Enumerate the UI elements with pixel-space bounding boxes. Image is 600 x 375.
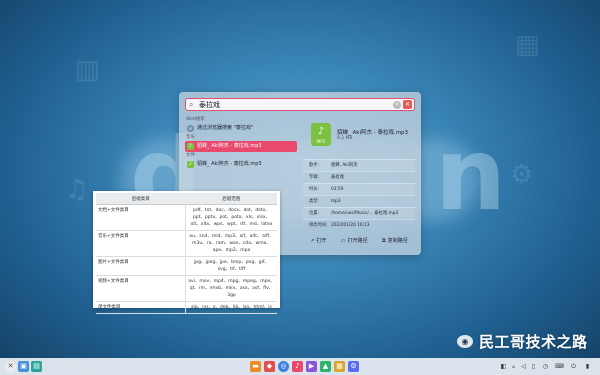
property-row: 时长: 03:59 xyxy=(303,183,415,195)
network-icon[interactable]: ▵ xyxy=(510,362,517,371)
search-box[interactable]: ⌕ × ✕ xyxy=(185,98,415,111)
result-item-label: 貂蝉_ Aki阿杰 - 泰拉戏.mp3 xyxy=(197,143,262,149)
close-icon[interactable]: ✕ xyxy=(403,100,412,109)
battery-icon[interactable]: ▯ xyxy=(530,362,537,371)
result-group-web: Web搜索 通过浏览器搜索 "泰拉戏" xyxy=(185,116,297,134)
multitask-view-icon[interactable]: ▣ xyxy=(18,361,29,372)
file-category-table: 后缀类目 后缀范围 文档+文件类目 pdf、txt、doc、docx、dot、do… xyxy=(96,193,277,314)
wallpaper-music-icon: ♫ xyxy=(65,175,89,205)
open-icon: ↗ xyxy=(310,237,315,244)
property-row: 位置:/home/uos/Music/... 泰拉戏.mp3 xyxy=(303,207,415,219)
keyboard-icon[interactable]: ⌨ xyxy=(555,362,564,371)
result-group-title: 文件 xyxy=(186,153,195,158)
result-group-file: 文件 ♪ 貂蝉_ Aki阿杰 - 泰拉戏.mp3 xyxy=(185,152,297,170)
preview-file-size: 9.2 MB xyxy=(337,136,353,141)
copy-icon: ⧉ xyxy=(382,237,386,244)
table-row: 图片+文件类目 jpg、jpeg、jpe、bmp、png、gif、svg、tif、… xyxy=(96,256,277,276)
preview-properties: 歌手: 貂蝉, Aki阿杰 专辑: 泰拉戏 时长: 03:59 类型: mp3 位置: /… xyxy=(303,159,415,231)
table-cell-category: 图片+文件类目 xyxy=(96,256,186,276)
result-group-music: 音乐 ♪ 貂蝉_ Aki阿杰 - 泰拉戏.mp3 xyxy=(185,134,297,152)
table-row: 音乐+文件类目 au、snd、mid、mp3、aif、aifc、aiff、m3u、… xyxy=(96,230,277,257)
table-cell-range: pdf、txt、doc、docx、dot、dotx、ppt、pptx、pot、p… xyxy=(185,204,277,231)
table-cell-category: 文档+文件类目 xyxy=(96,204,186,231)
browser-dock-icon[interactable]: ◎ xyxy=(278,361,289,372)
result-item-web-search[interactable]: 通过浏览器搜索 "泰拉戏" xyxy=(185,123,297,134)
table-header-row: 后缀类目 后缀范围 xyxy=(96,193,277,205)
search-results-list: Web搜索 通过浏览器搜索 "泰拉戏" 音乐 ♪ 貂蝉_ Aki阿杰 - 泰拉戏… xyxy=(185,116,297,170)
result-item-music[interactable]: ♪ 貂蝉_ Aki阿杰 - 泰拉戏.mp3 xyxy=(185,141,297,152)
launcher-icon[interactable]: ✕ xyxy=(5,361,16,372)
notification-icon[interactable]: ◧ xyxy=(500,362,507,371)
volume-icon[interactable]: ◁ xyxy=(520,362,527,371)
copy-path-button[interactable]: ⧉ 复制路径 xyxy=(382,237,408,245)
result-item-file[interactable]: ♪ 貂蝉_ Aki阿杰 - 泰拉戏.mp3 xyxy=(185,159,297,170)
wallpaper-film-icon: ▦ xyxy=(515,30,540,60)
result-group-title: 音乐 xyxy=(186,135,195,140)
music-file-icon: ♪ xyxy=(187,143,194,150)
app-store-icon[interactable]: ◆ xyxy=(264,361,275,372)
preview-actions: ↗ 打开 ▭ 打开路径 ⧉ 复制路径 xyxy=(303,237,415,245)
table-row: 视频+文件类目 avi、mov、mp4、mpg、mpeg、mpe、qt、rm、rm… xyxy=(96,275,277,302)
property-row: 专辑: 泰拉戏 xyxy=(303,171,415,183)
mp3-file-icon: ♪ MP3 xyxy=(311,123,331,146)
wallpaper-gear-icon: ⚙ xyxy=(510,160,534,190)
table-cell-range: zip、rar、z、deb、lib、iso、html、js xyxy=(185,301,277,314)
browser-icon xyxy=(187,125,194,132)
wallpaper-book-icon: ▥ xyxy=(75,55,100,85)
table-cell-category: 视频+文件类目 xyxy=(96,275,186,302)
control-center-icon[interactable]: ⚙ xyxy=(348,361,359,372)
desktop-icon[interactable]: ▤ xyxy=(31,361,42,372)
open-button[interactable]: ↗ 打开 xyxy=(310,237,326,245)
music-file-icon: ♪ xyxy=(187,161,194,168)
property-row: 修改时间: 2022/01/20 16:13 xyxy=(303,219,415,231)
wechat-icon: ◉ xyxy=(457,335,473,348)
show-desktop-icon[interactable]: ▮ xyxy=(584,362,591,371)
table-cell-range: avi、mov、mp4、mpg、mpeg、mpe、qt、rm、rmvb、mkv、… xyxy=(185,275,277,302)
image-viewer-icon[interactable]: ▲ xyxy=(320,361,331,372)
table-cell-category: 单文件类目 xyxy=(96,301,186,314)
column-header-range: 后缀范围 xyxy=(185,193,277,205)
result-item-label: 貂蝉_ Aki阿杰 - 泰拉戏.mp3 xyxy=(197,161,262,167)
property-row: 类型: mp3 xyxy=(303,195,415,207)
clock-icon[interactable]: ◷ xyxy=(542,362,549,371)
watermark: ◉ 民工哥技术之路 xyxy=(457,331,588,352)
table-row: 单文件类目 zip、rar、z、deb、lib、iso、html、js xyxy=(96,301,277,314)
video-app-icon[interactable]: ▶ xyxy=(306,361,317,372)
search-input[interactable] xyxy=(199,99,389,110)
calendar-icon[interactable]: ▦ xyxy=(334,361,345,372)
table-cell-range: jpg、jpeg、jpe、bmp、png、gif、svg、tif、tiff xyxy=(185,256,277,276)
result-group-title: Web搜索 xyxy=(186,117,205,122)
taskbar: ✕ ▣ ▤ ▬ ◆ ◎ ♪ ▶ ▲ ▦ ⚙ ◧ ▵ ◁ ▯ ◷ ⌨ ⏻ ▮ xyxy=(0,358,600,375)
file-manager-icon[interactable]: ▬ xyxy=(250,361,261,372)
preview-file-name: 貂蝉_ Aki阿杰 - 泰拉戏.mp3 xyxy=(337,130,409,136)
search-icon: ⌕ xyxy=(189,100,194,109)
column-header-category: 后缀类目 xyxy=(96,193,186,205)
clear-search-icon[interactable]: × xyxy=(393,100,401,109)
table-cell-range: au、snd、mid、mp3、aif、aifc、aiff、m3u、ra、ram、… xyxy=(185,230,277,257)
table-row: 文档+文件类目 pdf、txt、doc、docx、dot、dotx、ppt、ppt… xyxy=(96,204,277,231)
music-app-icon[interactable]: ♪ xyxy=(292,361,303,372)
file-category-table-card: 后缀类目 后缀范围 文档+文件类目 pdf、txt、doc、docx、dot、do… xyxy=(93,191,280,314)
folder-icon: ▭ xyxy=(340,237,346,244)
watermark-text: 民工哥技术之路 xyxy=(479,333,588,351)
power-icon[interactable]: ⏻ xyxy=(570,362,577,371)
result-item-label: 通过浏览器搜索 "泰拉戏" xyxy=(197,125,254,131)
open-path-button[interactable]: ▭ 打开路径 xyxy=(340,237,368,245)
table-cell-category: 音乐+文件类目 xyxy=(96,230,186,257)
property-row: 歌手: 貂蝉, Aki阿杰 xyxy=(303,159,415,171)
